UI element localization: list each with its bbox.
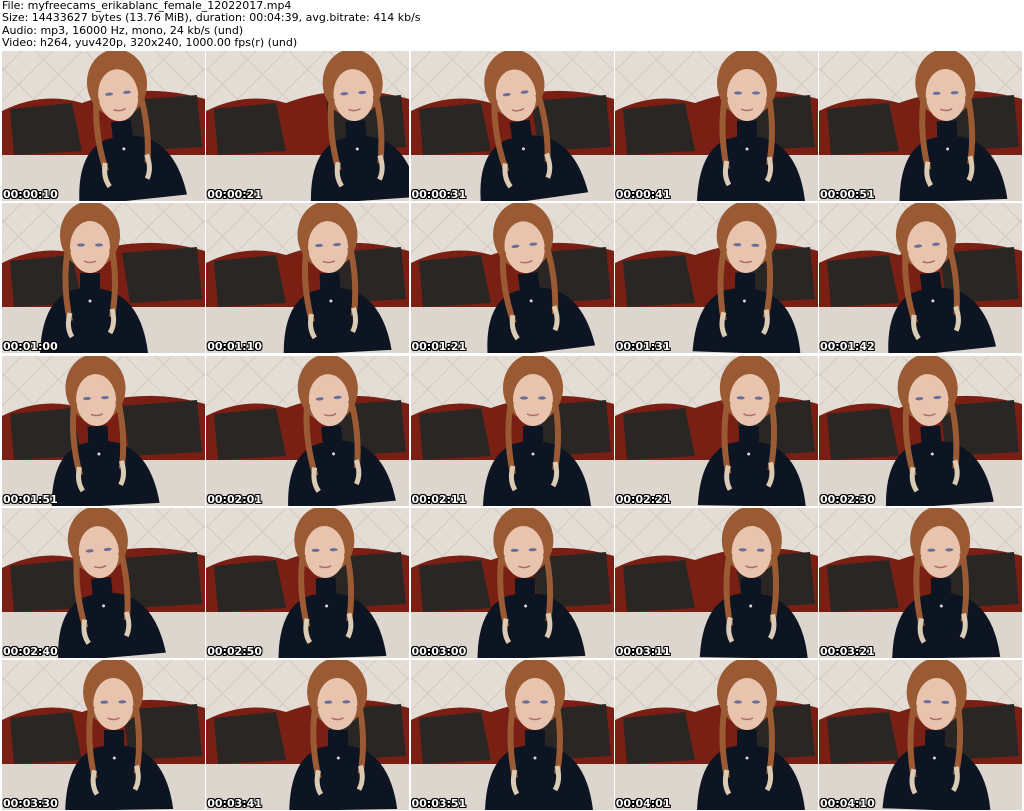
video-frame-thumbnail: 00:01:51 — [2, 355, 205, 506]
frame-timestamp: 00:04:01 — [615, 797, 671, 810]
video-frame-thumbnail: 00:01:10 — [206, 203, 410, 354]
frame-timestamp: 00:03:11 — [615, 644, 671, 658]
video-frame-thumbnail: 00:01:21 — [410, 203, 614, 354]
video-frame-thumbnail: 00:00:10 — [2, 51, 205, 201]
frame-image — [614, 507, 818, 658]
frame-timestamp: 00:00:41 — [615, 188, 671, 201]
frame-timestamp: 00:00:31 — [411, 188, 467, 201]
frame-image — [2, 51, 205, 201]
video-frame-thumbnail: 00:03:11 — [614, 507, 818, 658]
frame-image — [819, 507, 1022, 658]
frame-timestamp: 00:02:50 — [207, 644, 262, 658]
frame-timestamp: 00:02:40 — [3, 644, 58, 658]
frame-image — [206, 660, 410, 810]
frame-image — [614, 660, 818, 810]
video-frame-thumbnail: 00:02:40 — [2, 507, 205, 658]
video-info-line: Video: h264, yuv420p, 320x240, 1000.00 f… — [2, 36, 298, 50]
frame-image — [2, 203, 205, 354]
video-frame-thumbnail: 00:00:41 — [614, 51, 818, 201]
video-frame-thumbnail: 00:04:01 — [614, 660, 818, 810]
frame-timestamp: 00:02:30 — [820, 492, 875, 506]
frame-timestamp: 00:02:21 — [615, 492, 671, 506]
file-info-header: File: myfreecams_erikablanc_female_12022… — [2, 0, 1022, 50]
video-frame-thumbnail: 00:02:11 — [410, 355, 614, 506]
frame-image — [2, 660, 205, 810]
frame-image — [2, 507, 205, 658]
frame-timestamp: 00:01:21 — [411, 340, 467, 354]
frame-image — [819, 203, 1022, 354]
frame-image — [410, 660, 614, 810]
frame-image — [410, 203, 614, 354]
frame-image — [614, 355, 818, 506]
video-frame-thumbnail: 00:02:01 — [206, 355, 410, 506]
frame-image — [819, 660, 1022, 810]
frame-image — [410, 355, 614, 506]
video-frame-thumbnail: 00:03:51 — [410, 660, 614, 810]
video-frame-thumbnail: 00:03:00 — [410, 507, 614, 658]
frame-image — [819, 355, 1022, 506]
video-frame-thumbnail: 00:00:31 — [410, 51, 614, 201]
frame-timestamp: 00:03:21 — [820, 644, 875, 658]
frame-timestamp: 00:01:00 — [3, 340, 58, 354]
video-frame-thumbnail: 00:00:21 — [206, 51, 410, 201]
frame-timestamp: 00:00:51 — [820, 188, 875, 201]
frame-image — [410, 51, 614, 201]
frame-image — [614, 51, 818, 201]
frame-timestamp: 00:03:00 — [411, 644, 467, 658]
frame-image — [410, 507, 614, 658]
frame-image — [819, 51, 1022, 201]
contact-sheet: File: myfreecams_erikablanc_female_12022… — [0, 0, 1024, 811]
frame-timestamp: 00:00:21 — [207, 188, 262, 201]
video-frame-thumbnail: 00:02:21 — [614, 355, 818, 506]
video-frame-thumbnail: 00:02:50 — [206, 507, 410, 658]
frame-timestamp: 00:01:10 — [207, 340, 262, 354]
frame-timestamp: 00:03:51 — [411, 797, 467, 810]
frame-timestamp: 00:01:31 — [615, 340, 671, 354]
frame-timestamp: 00:03:41 — [207, 797, 262, 810]
video-frame-thumbnail: 00:01:31 — [614, 203, 818, 354]
video-frame-thumbnail: 00:01:00 — [2, 203, 205, 354]
thumbnail-grid: 00:00:10 00:00:21 00:00:31 00:00:41 00:00:51… — [2, 51, 1022, 810]
frame-timestamp: 00:04:10 — [820, 797, 875, 810]
frame-timestamp: 00:01:51 — [3, 492, 58, 506]
video-frame-thumbnail: 00:00:51 — [819, 51, 1022, 201]
frame-image — [206, 507, 410, 658]
frame-image — [206, 203, 410, 354]
frame-image — [206, 355, 410, 506]
video-frame-thumbnail: 00:04:10 — [819, 660, 1022, 810]
frame-image — [614, 203, 818, 354]
file-size-line: Size: 14433627 bytes (13.76 MiB), durati… — [2, 11, 421, 25]
video-frame-thumbnail: 00:03:30 — [2, 660, 205, 810]
video-frame-thumbnail: 00:03:21 — [819, 507, 1022, 658]
frame-timestamp: 00:00:10 — [3, 188, 58, 201]
video-frame-thumbnail: 00:02:30 — [819, 355, 1022, 506]
video-frame-thumbnail: 00:01:42 — [819, 203, 1022, 354]
video-frame-thumbnail: 00:03:41 — [206, 660, 410, 810]
frame-image — [206, 51, 410, 201]
frame-image — [2, 355, 205, 506]
frame-timestamp: 00:02:11 — [411, 492, 467, 506]
frame-timestamp: 00:02:01 — [207, 492, 262, 506]
frame-timestamp: 00:03:30 — [3, 797, 58, 810]
frame-timestamp: 00:01:42 — [820, 340, 875, 354]
